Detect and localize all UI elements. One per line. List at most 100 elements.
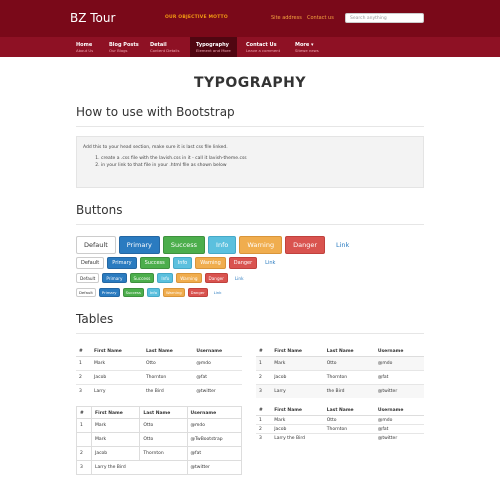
column-header: Username <box>193 345 242 357</box>
divider <box>76 333 424 334</box>
warning-button[interactable]: Warning <box>239 236 283 254</box>
top-header: BZ Tour OUR OBJECTIVE MOTTO Site address… <box>0 0 500 37</box>
link-button[interactable]: Link <box>260 257 280 269</box>
main-navbar: Home About Us Blog Posts Our Blogs Detai… <box>0 37 500 57</box>
column-header: Username <box>374 345 424 357</box>
table-cell: @twitter <box>193 384 242 398</box>
table-cell: Thornton <box>142 370 194 385</box>
warning-button[interactable]: Warning <box>195 257 226 269</box>
table-cell: @twitter <box>186 460 243 475</box>
table-cell: 2 <box>76 370 92 385</box>
table-cell: 2 <box>76 446 92 461</box>
column-header: Username <box>186 406 243 419</box>
column-header: First Name <box>91 345 143 357</box>
table-row: 3 Larry the Bird @twitter <box>256 384 424 398</box>
nav-more[interactable]: More ▾ Sitewe news <box>289 37 325 57</box>
table-cell: Thornton <box>139 446 188 461</box>
site-address-link[interactable]: Site address <box>271 15 302 21</box>
table-cell: Mark <box>271 415 324 425</box>
table-cell: @fat <box>186 446 243 461</box>
table-row: 3 Larry the Bird @twitter <box>256 433 424 443</box>
button-row-small: Default Primary Success Info Warning Dan… <box>76 273 248 283</box>
table-cell <box>76 432 92 447</box>
column-header: First Name <box>90 406 141 419</box>
column-header: # <box>256 406 272 416</box>
divider <box>76 224 424 225</box>
nav-contact-us[interactable]: Contact Us Leave a comment <box>240 37 286 57</box>
column-header: Last Name <box>323 406 375 416</box>
link-button[interactable]: Link <box>231 273 248 283</box>
page-title: TYPOGRAPHY <box>193 75 307 91</box>
primary-button[interactable]: Primary <box>102 273 127 283</box>
contact-us-link[interactable]: Contact us <box>307 15 334 21</box>
button-row-medium: Default Primary Success Info Warning Dan… <box>76 257 280 269</box>
table-row: 3 Larry the Bird @twitter <box>76 460 243 475</box>
success-button[interactable]: Success <box>129 273 155 283</box>
info-button[interactable]: Info <box>208 236 237 254</box>
howto-well: Add this to your head section, make sure… <box>76 136 424 188</box>
danger-button[interactable]: Danger <box>187 288 208 297</box>
table-cell: @mdo <box>374 356 424 371</box>
primary-button[interactable]: Primary <box>118 236 160 254</box>
warning-button[interactable]: Warning <box>176 273 202 283</box>
table-cell: Jacob <box>271 370 324 385</box>
info-button[interactable]: Info <box>172 257 193 269</box>
howto-steps: create a .css file with the lavish.css i… <box>101 155 417 169</box>
success-button[interactable]: Success <box>162 236 206 254</box>
brand-logo[interactable]: BZ Tour <box>70 11 115 25</box>
basic-table: # First Name Last Name Username 1 Mark O… <box>76 345 242 398</box>
default-button[interactable]: Default <box>76 257 105 269</box>
info-button[interactable]: Info <box>146 288 161 297</box>
nav-typography[interactable]: Typography Element and More <box>190 37 237 57</box>
table-cell: 1 <box>256 356 272 371</box>
table-row: 2 Jacob Thornton @fat <box>256 370 424 385</box>
table-row: Mark Otto @TwBootstrap <box>76 432 243 447</box>
table-row: 3 Larry the Bird @twitter <box>76 384 242 398</box>
default-button[interactable]: Default <box>76 273 100 283</box>
table-row: 2 Jacob Thornton @fat <box>76 446 243 461</box>
column-header: Last Name <box>323 345 375 357</box>
table-header-row: # First Name Last Name Username <box>256 345 424 357</box>
table-cell: Otto <box>323 356 375 371</box>
nav-detail[interactable]: Detail Content Details <box>144 37 185 57</box>
danger-button[interactable]: Danger <box>204 273 228 283</box>
link-button[interactable]: Link <box>211 288 225 297</box>
striped-table: # First Name Last Name Username 1 Mark O… <box>256 345 424 398</box>
nav-subtitle: About Us <box>76 48 94 53</box>
info-button[interactable]: Info <box>157 273 174 283</box>
table-cell: Mark <box>90 432 141 447</box>
primary-button[interactable]: Primary <box>98 288 120 297</box>
search-input[interactable]: Search anything <box>345 13 424 23</box>
column-header: # <box>76 406 92 419</box>
table-cell: @mdo <box>374 415 424 425</box>
success-button[interactable]: Success <box>139 257 170 269</box>
table-cell: 2 <box>256 370 272 385</box>
nav-blog-posts[interactable]: Blog Posts Our Blogs <box>103 37 145 57</box>
table-cell: 1 <box>256 415 272 425</box>
default-button[interactable]: Default <box>76 288 96 297</box>
column-header: Last Name <box>139 406 188 419</box>
section-heading-buttons: Buttons <box>76 203 123 217</box>
column-header: First Name <box>271 406 324 416</box>
table-cell: Jacob <box>271 424 324 434</box>
warning-button[interactable]: Warning <box>163 288 185 297</box>
link-button[interactable]: Link <box>328 236 357 254</box>
table-cell: 3 <box>76 384 92 398</box>
nav-home[interactable]: Home About Us <box>70 37 99 57</box>
button-row-xsmall: Default Primary Success Info Warning Dan… <box>76 288 224 297</box>
success-button[interactable]: Success <box>122 288 144 297</box>
table-cell: the Bird <box>323 384 375 398</box>
primary-button[interactable]: Primary <box>107 257 137 269</box>
default-button[interactable]: Default <box>76 236 116 254</box>
table-cell: 3 <box>256 384 272 398</box>
table-cell: Mark <box>90 418 141 433</box>
table-cell: @twitter <box>374 384 424 398</box>
table-header-row: # First Name Last Name Username <box>76 345 242 357</box>
table-row: 2 Jacob Thornton @fat <box>256 424 424 434</box>
danger-button[interactable]: Danger <box>228 257 258 269</box>
danger-button[interactable]: Danger <box>285 236 325 254</box>
table-cell: the Bird <box>142 384 194 398</box>
column-header: Last Name <box>142 345 194 357</box>
section-heading-tables: Tables <box>76 312 114 326</box>
table-cell: @TwBootstrap <box>186 432 243 447</box>
